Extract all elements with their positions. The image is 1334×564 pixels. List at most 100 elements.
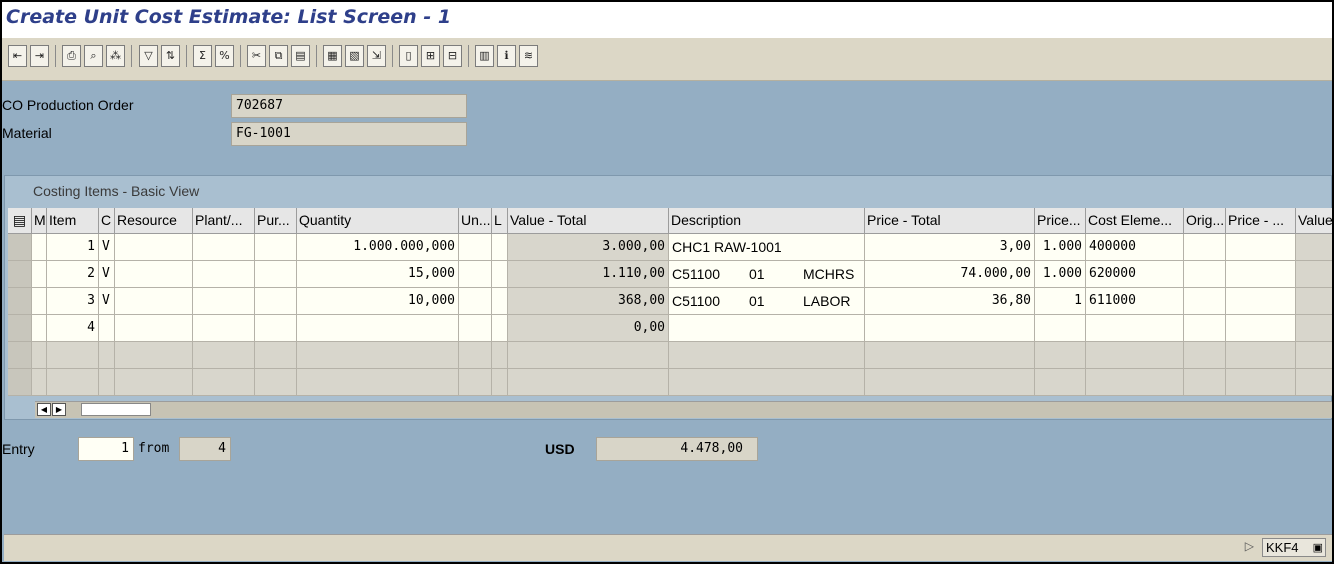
column-header[interactable]: Description [669,208,865,234]
table-cell[interactable] [1184,369,1226,396]
table-cell[interactable] [865,342,1035,369]
table-cell[interactable] [297,342,459,369]
delete-row-icon[interactable]: ▧ [345,45,364,67]
table-cell[interactable] [459,288,492,315]
table-cell[interactable] [193,315,255,342]
row-selector[interactable] [8,234,32,261]
table-cell[interactable] [865,369,1035,396]
percent-icon[interactable]: % [215,45,234,67]
system-info-icon[interactable]: ▣ [1313,540,1323,557]
table-cell[interactable] [115,315,193,342]
table-cell[interactable] [1035,369,1086,396]
table-cell[interactable]: 10,000 [297,288,459,315]
select-all-columns-icon[interactable]: ▤ [8,208,32,234]
column-header[interactable]: Un... [459,208,492,234]
table-cell[interactable] [193,369,255,396]
table-cell[interactable]: 1 [47,234,99,261]
table-cell[interactable]: 3 [47,288,99,315]
sum-icon[interactable]: Σ [193,45,212,67]
entry-input[interactable]: 1 [78,437,134,461]
table-cell[interactable]: 400000 [1086,234,1184,261]
table-cell[interactable] [297,369,459,396]
table-cell[interactable] [255,315,297,342]
print-icon[interactable]: ⎙ [62,45,81,67]
table-cell[interactable] [32,369,47,396]
table-cell[interactable] [492,342,508,369]
table-cell[interactable] [669,315,865,342]
info-icon[interactable]: ℹ [497,45,516,67]
table-cell[interactable] [1184,234,1226,261]
column-header[interactable]: Price - ... [1226,208,1296,234]
table-cell[interactable] [459,315,492,342]
cut-icon[interactable]: ✂ [247,45,266,67]
column-header[interactable]: C [99,208,115,234]
table-cell[interactable] [1226,369,1296,396]
find-next-icon[interactable]: ⁂ [106,45,125,67]
status-expand-icon[interactable]: ▷ [1245,539,1254,553]
scroll-left-icon[interactable]: ◀ [37,403,51,416]
table-cell[interactable] [255,288,297,315]
table-cell[interactable]: 4 [47,315,99,342]
column-header[interactable]: Value [1296,208,1332,234]
table-cell[interactable] [1184,315,1226,342]
row-selector[interactable] [8,315,32,342]
table-cell[interactable]: 1.000 [1035,234,1086,261]
table-cell[interactable] [255,234,297,261]
table-cell[interactable] [32,342,47,369]
table-cell[interactable] [1035,315,1086,342]
table-cell[interactable] [1184,342,1226,369]
table-cell[interactable] [1296,261,1332,288]
table-cell[interactable] [459,261,492,288]
column-header[interactable]: Cost Eleme... [1086,208,1184,234]
table-cell[interactable]: 620000 [1086,261,1184,288]
column-header[interactable]: L [492,208,508,234]
table-cell[interactable] [255,261,297,288]
scroll-right-icon[interactable]: ▶ [52,403,66,416]
table-cell[interactable] [669,369,865,396]
append-icon[interactable]: ⊞ [421,45,440,67]
table-cell[interactable] [32,288,47,315]
table-cell[interactable] [1226,288,1296,315]
table-cell[interactable] [47,369,99,396]
sort-icon[interactable]: ⇅ [161,45,180,67]
table-cell[interactable]: 1 [1035,288,1086,315]
find-icon[interactable]: ⌕ [84,45,103,67]
column-header[interactable]: Orig... [1184,208,1226,234]
horizontal-scrollbar[interactable]: ◀ ▶ [35,401,1332,418]
scrollbar-thumb[interactable] [81,403,151,416]
table-cell[interactable] [492,261,508,288]
row-selector[interactable] [8,369,32,396]
table-cell[interactable] [255,342,297,369]
row-selector[interactable] [8,288,32,315]
filter-icon[interactable]: ▽ [139,45,158,67]
row-selector[interactable] [8,342,32,369]
table-cell[interactable]: 36,80 [865,288,1035,315]
column-header[interactable]: Plant/... [193,208,255,234]
table-cell[interactable] [193,288,255,315]
table-cell[interactable] [1296,369,1332,396]
table-cell[interactable] [1086,342,1184,369]
insert-row-icon[interactable]: ▦ [323,45,342,67]
table-cell[interactable]: V [99,234,115,261]
table-cell[interactable]: 1.000 [1035,261,1086,288]
table-cell[interactable] [459,234,492,261]
detail-icon[interactable]: ▥ [475,45,494,67]
table-cell[interactable]: 368,00 [508,288,669,315]
table-cell[interactable] [115,342,193,369]
table-cell[interactable] [492,315,508,342]
table-cell[interactable] [669,342,865,369]
table-cell[interactable]: 1.110,00 [508,261,669,288]
table-cell[interactable] [492,369,508,396]
table-cell[interactable] [1086,315,1184,342]
table-cell[interactable] [193,261,255,288]
copy-icon[interactable]: ⧉ [269,45,288,67]
table-cell[interactable]: 2 [47,261,99,288]
column-header[interactable]: Item [47,208,99,234]
table-cell[interactable] [1226,234,1296,261]
select-icon[interactable]: ⇲ [367,45,386,67]
table-cell[interactable]: CHC1 RAW-1001 [669,234,865,261]
table-cell[interactable] [99,369,115,396]
table-cell[interactable] [1035,342,1086,369]
table-cell[interactable] [193,342,255,369]
table-cell[interactable] [99,315,115,342]
